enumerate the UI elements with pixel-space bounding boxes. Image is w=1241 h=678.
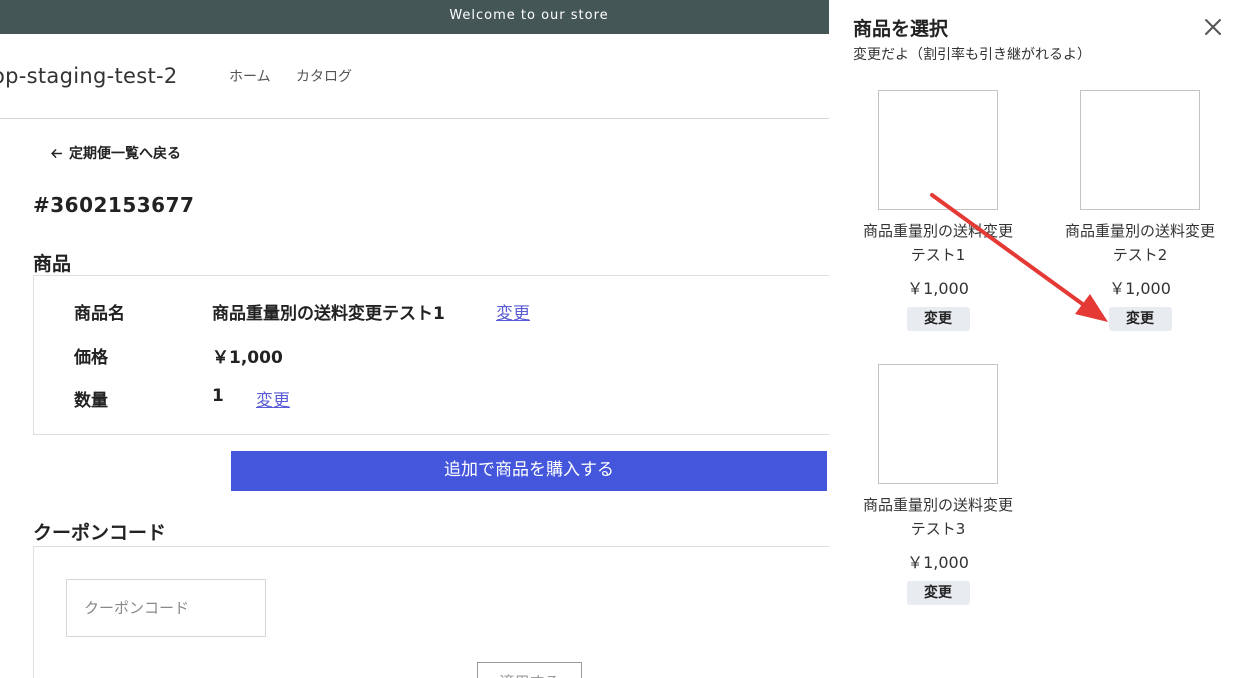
product-name-line: テスト1 <box>910 246 966 264</box>
select-product-button[interactable]: 変更 <box>906 307 970 331</box>
drawer-subtitle: 変更だよ（割引率も引き継がれるよ） <box>853 47 1091 63</box>
product-name-value: 商品重量別の送料変更テスト1 <box>212 304 445 324</box>
coupon-box: クーポンコード 適用する <box>33 546 843 678</box>
change-quantity-link[interactable]: 変更 <box>256 386 290 411</box>
price-label: 価格 <box>74 348 108 368</box>
coupon-code-input[interactable]: クーポンコード <box>66 579 266 637</box>
product-name-line: 商品重量別の送料変更 <box>862 496 1013 514</box>
select-product-button[interactable]: 変更 <box>906 581 970 605</box>
product-name-line: テスト3 <box>910 520 966 538</box>
product-details-box: 商品名 商品重量別の送料変更テスト1 変更 価格 ￥1,000 数量 1 変更 <box>33 275 843 435</box>
back-link-label: 定期便一覧へ戻る <box>69 146 181 162</box>
product-card-price: ￥1,000 <box>907 279 969 298</box>
product-card-price: ￥1,000 <box>907 553 969 572</box>
drawer-title: 商品を選択 <box>853 18 949 40</box>
nav-link-home[interactable]: ホーム <box>229 66 271 86</box>
product-name-line: 商品重量別の送料変更 <box>1064 222 1215 240</box>
product-card-price: ￥1,000 <box>1109 279 1171 298</box>
product-name-line: テスト2 <box>1112 246 1168 264</box>
product-thumbnail[interactable] <box>878 90 998 210</box>
buy-more-button[interactable]: 追加で商品を購入する <box>231 451 827 491</box>
product-card-name: 商品重量別の送料変更 テスト3 <box>843 493 1033 541</box>
product-card-name: 商品重量別の送料変更 テスト1 <box>843 219 1033 267</box>
nav-link-catalog[interactable]: カタログ <box>296 66 352 86</box>
quantity-value: 1 <box>212 386 224 406</box>
product-card: 商品重量別の送料変更 テスト3 ￥1,000 変更 <box>843 364 1033 605</box>
select-product-button[interactable]: 変更 <box>1108 307 1172 331</box>
product-name-label: 商品名 <box>74 304 125 324</box>
arrow-left-icon <box>51 148 63 158</box>
change-product-link[interactable]: 変更 <box>496 299 530 324</box>
close-icon[interactable] <box>1203 17 1223 37</box>
product-thumbnail[interactable] <box>1080 90 1200 210</box>
site-header: op-staging-test-2 ホーム カタログ <box>0 34 830 119</box>
product-select-drawer: 商品を選択 変更だよ（割引率も引き継がれるよ） 商品重量別の送料変更 テスト1 … <box>829 0 1241 678</box>
apply-coupon-button[interactable]: 適用する <box>477 662 582 678</box>
product-thumbnail[interactable] <box>878 364 998 484</box>
back-to-subscriptions-link[interactable]: 定期便一覧へ戻る <box>50 143 181 163</box>
product-card: 商品重量別の送料変更 テスト2 ￥1,000 変更 <box>1045 90 1235 331</box>
product-section-title: 商品 <box>33 253 72 275</box>
product-name-line: 商品重量別の送料変更 <box>862 222 1013 240</box>
price-value: ￥1,000 <box>212 348 283 368</box>
quantity-label: 数量 <box>74 391 108 411</box>
order-number: #3602153677 <box>33 193 195 217</box>
product-card-name: 商品重量別の送料変更 テスト2 <box>1045 219 1235 267</box>
coupon-section-title: クーポンコード <box>33 522 167 544</box>
store-name[interactable]: op-staging-test-2 <box>0 64 178 88</box>
product-card: 商品重量別の送料変更 テスト1 ￥1,000 変更 <box>843 90 1033 331</box>
